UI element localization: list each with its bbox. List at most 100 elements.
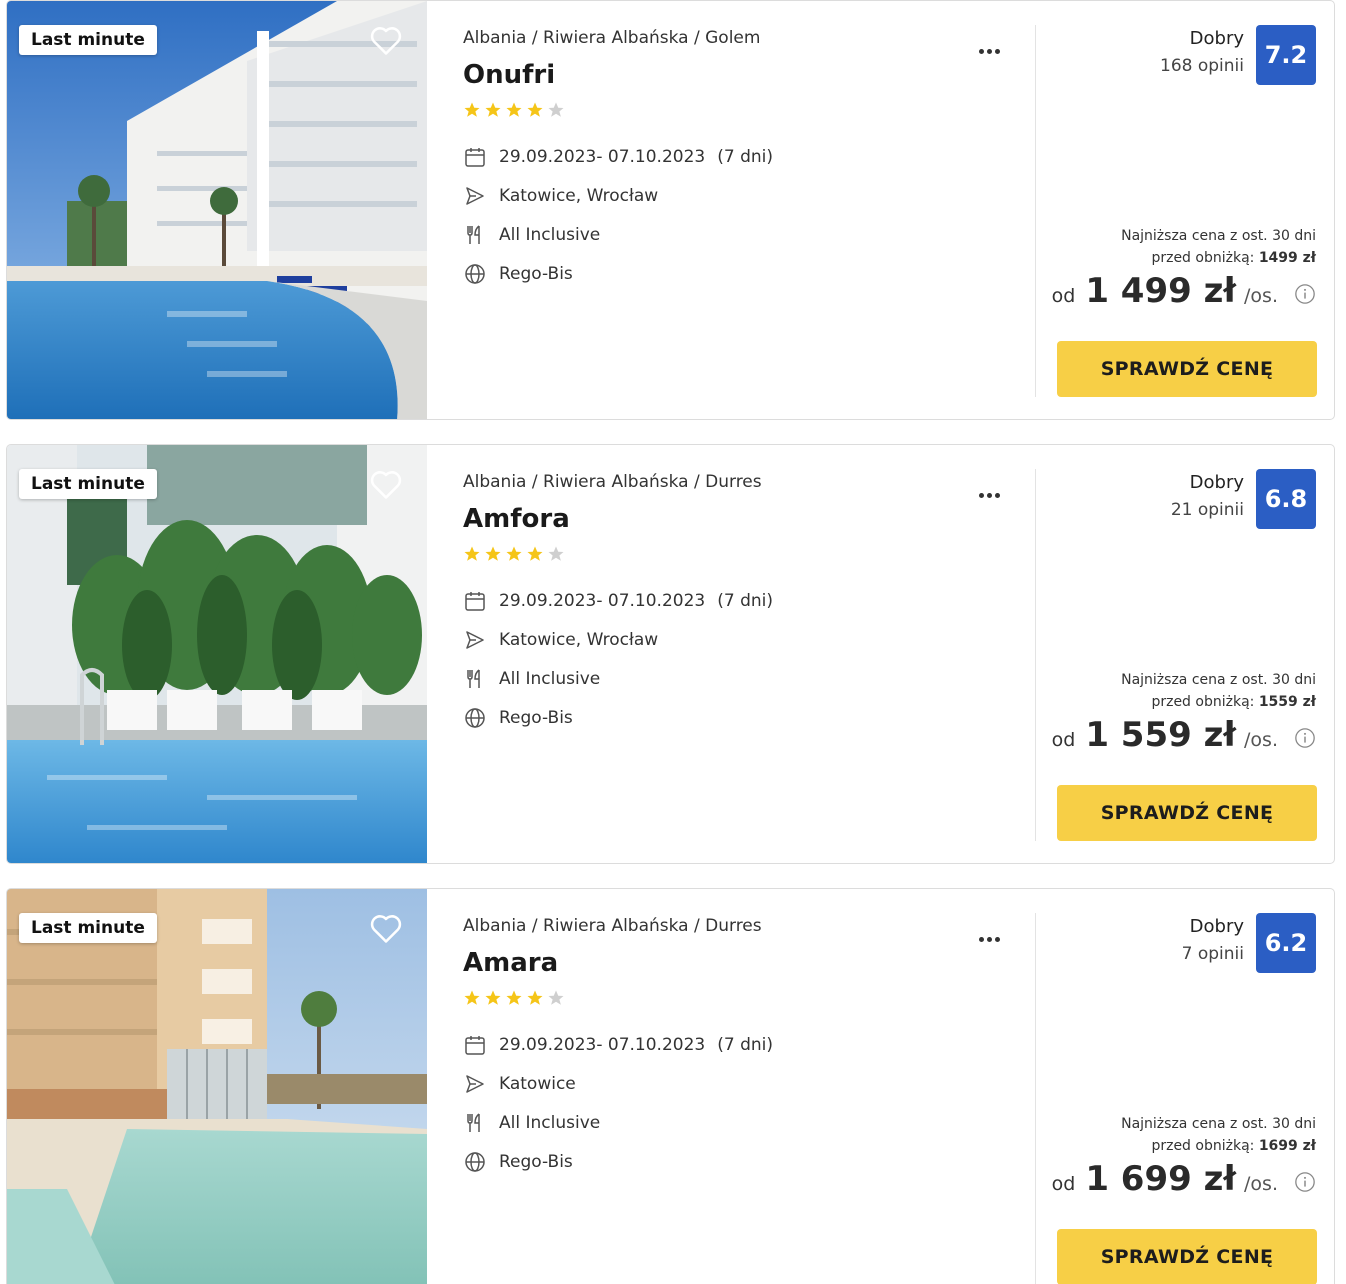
operator-text: Rego-Bis bbox=[499, 707, 573, 728]
info-icon[interactable] bbox=[1294, 283, 1316, 305]
last-minute-badge: Last minute bbox=[19, 25, 157, 55]
cutlery-icon bbox=[467, 224, 480, 244]
location-breadcrumb[interactable]: Albania / Riwiera Albańska / Durres bbox=[463, 913, 1023, 939]
offer-card[interactable]: Last minute Albania / Riwiera Albańska /… bbox=[6, 0, 1335, 420]
departure-text: Katowice, Wrocław bbox=[499, 629, 659, 650]
price-prefix: od bbox=[1051, 1173, 1076, 1195]
more-dots-icon[interactable] bbox=[979, 479, 1003, 503]
lowest-price-value: 1499 zł bbox=[1258, 250, 1316, 266]
operator-text: Rego-Bis bbox=[499, 1151, 573, 1172]
hotel-name[interactable]: Amara bbox=[463, 945, 1023, 981]
reviews-count[interactable]: 21 opinii bbox=[1171, 497, 1244, 523]
rating-label: Dobry bbox=[1189, 472, 1244, 493]
lowest-price-prefix: przed obniżką: bbox=[1151, 250, 1259, 266]
star-icon bbox=[485, 546, 501, 561]
rating-block[interactable]: Dobry 21 opinii 6.8 bbox=[1171, 469, 1316, 529]
price-block: od 1 699 zł /os. bbox=[1052, 1159, 1316, 1199]
globe-icon bbox=[465, 1151, 485, 1172]
hotel-name[interactable]: Onufri bbox=[463, 57, 1023, 93]
star-icon bbox=[485, 990, 501, 1005]
lowest-price-line1: Najniższa cena z ost. 30 dni bbox=[1121, 1116, 1316, 1132]
plane-icon bbox=[466, 186, 484, 205]
check-price-button[interactable]: SPRAWDŹ CENĘ bbox=[1057, 341, 1317, 397]
operator-row: Rego-Bis bbox=[463, 698, 1023, 737]
more-dots-icon[interactable] bbox=[979, 923, 1003, 947]
divider bbox=[1035, 913, 1036, 1284]
operator-row: Rego-Bis bbox=[463, 1142, 1023, 1181]
star-icon bbox=[548, 102, 564, 117]
departure-text: Katowice, Wrocław bbox=[499, 185, 659, 206]
star-icon bbox=[527, 546, 543, 561]
star-icon bbox=[506, 102, 522, 117]
dates-text: 29.09.2023- 07.10.2023 bbox=[499, 146, 706, 167]
hotel-photo[interactable]: Last minute bbox=[7, 1, 427, 419]
globe-icon bbox=[465, 263, 485, 284]
last-minute-badge: Last minute bbox=[19, 913, 157, 943]
reviews-count[interactable]: 168 opinii bbox=[1160, 53, 1244, 79]
duration-text: (7 dni) bbox=[717, 146, 773, 167]
rating-block[interactable]: Dobry 7 opinii 6.2 bbox=[1182, 913, 1316, 973]
divider bbox=[1035, 469, 1036, 841]
hotel-photo[interactable]: Last minute bbox=[7, 445, 427, 863]
board-text: All Inclusive bbox=[499, 668, 601, 689]
heart-icon[interactable] bbox=[367, 909, 405, 947]
reviews-count[interactable]: 7 opinii bbox=[1182, 941, 1244, 967]
price-prefix: od bbox=[1051, 285, 1076, 307]
dates-row: 29.09.2023- 07.10.2023 (7 dni) bbox=[463, 1025, 1023, 1064]
lowest-price-line1: Najniższa cena z ost. 30 dni bbox=[1121, 672, 1316, 688]
price-suffix: /os. bbox=[1244, 1173, 1278, 1195]
offer-card[interactable]: Last minute Albania / Riwiera Albańska /… bbox=[6, 444, 1335, 864]
dates-text: 29.09.2023- 07.10.2023 bbox=[499, 590, 706, 611]
offer-card[interactable]: Last minute Albania / Riwiera Albańska /… bbox=[6, 888, 1335, 1284]
check-price-button[interactable]: SPRAWDŹ CENĘ bbox=[1057, 1229, 1317, 1284]
operator-text: Rego-Bis bbox=[499, 263, 573, 284]
star-icon bbox=[464, 102, 480, 117]
score-badge: 6.8 bbox=[1256, 469, 1316, 529]
calendar-icon bbox=[465, 1035, 485, 1055]
duration-text: (7 dni) bbox=[717, 1034, 773, 1055]
departure-row: Katowice, Wrocław bbox=[463, 620, 1023, 659]
lowest-price-line1: Najniższa cena z ost. 30 dni bbox=[1121, 228, 1316, 244]
lowest-price-value: 1699 zł bbox=[1258, 1138, 1316, 1154]
hotel-photo[interactable]: Last minute bbox=[7, 889, 427, 1284]
cutlery-icon bbox=[467, 668, 480, 688]
lowest-price-prefix: przed obniżką: bbox=[1151, 694, 1259, 710]
cutlery-icon bbox=[467, 1112, 480, 1132]
rating-block[interactable]: Dobry 168 opinii 7.2 bbox=[1160, 25, 1316, 85]
lowest-price-note: Najniższa cena z ost. 30 dni przed obniż… bbox=[1121, 225, 1316, 269]
hotel-name[interactable]: Amfora bbox=[463, 501, 1023, 537]
dates-row: 29.09.2023- 07.10.2023 (7 dni) bbox=[463, 581, 1023, 620]
globe-icon bbox=[465, 707, 485, 728]
heart-icon[interactable] bbox=[367, 21, 405, 59]
price-amount: 1 699 zł bbox=[1085, 1159, 1237, 1199]
board-row: All Inclusive bbox=[463, 659, 1023, 698]
score-badge: 7.2 bbox=[1256, 25, 1316, 85]
departure-text: Katowice bbox=[499, 1073, 576, 1094]
info-icon[interactable] bbox=[1294, 727, 1316, 749]
dates-row: 29.09.2023- 07.10.2023 (7 dni) bbox=[463, 137, 1023, 176]
location-breadcrumb[interactable]: Albania / Riwiera Albańska / Golem bbox=[463, 25, 1023, 51]
price-suffix: /os. bbox=[1244, 729, 1278, 751]
plane-icon bbox=[466, 630, 484, 649]
star-rating bbox=[463, 101, 1023, 121]
info-icon[interactable] bbox=[1294, 1171, 1316, 1193]
star-icon bbox=[464, 990, 480, 1005]
location-breadcrumb[interactable]: Albania / Riwiera Albańska / Durres bbox=[463, 469, 1023, 495]
lowest-price-prefix: przed obniżką: bbox=[1151, 1138, 1259, 1154]
star-icon bbox=[548, 546, 564, 561]
price-suffix: /os. bbox=[1244, 285, 1278, 307]
rating-label: Dobry bbox=[1189, 916, 1244, 937]
calendar-icon bbox=[465, 591, 485, 611]
star-icon bbox=[464, 546, 480, 561]
price-amount: 1 499 zł bbox=[1085, 271, 1237, 311]
check-price-button[interactable]: SPRAWDŹ CENĘ bbox=[1057, 785, 1317, 841]
board-row: All Inclusive bbox=[463, 1103, 1023, 1142]
last-minute-badge: Last minute bbox=[19, 469, 157, 499]
heart-icon[interactable] bbox=[367, 465, 405, 503]
star-icon bbox=[548, 990, 564, 1005]
more-dots-icon[interactable] bbox=[979, 35, 1003, 59]
price-block: od 1 499 zł /os. bbox=[1052, 271, 1316, 311]
departure-row: Katowice, Wrocław bbox=[463, 176, 1023, 215]
star-icon bbox=[527, 102, 543, 117]
board-text: All Inclusive bbox=[499, 1112, 601, 1133]
